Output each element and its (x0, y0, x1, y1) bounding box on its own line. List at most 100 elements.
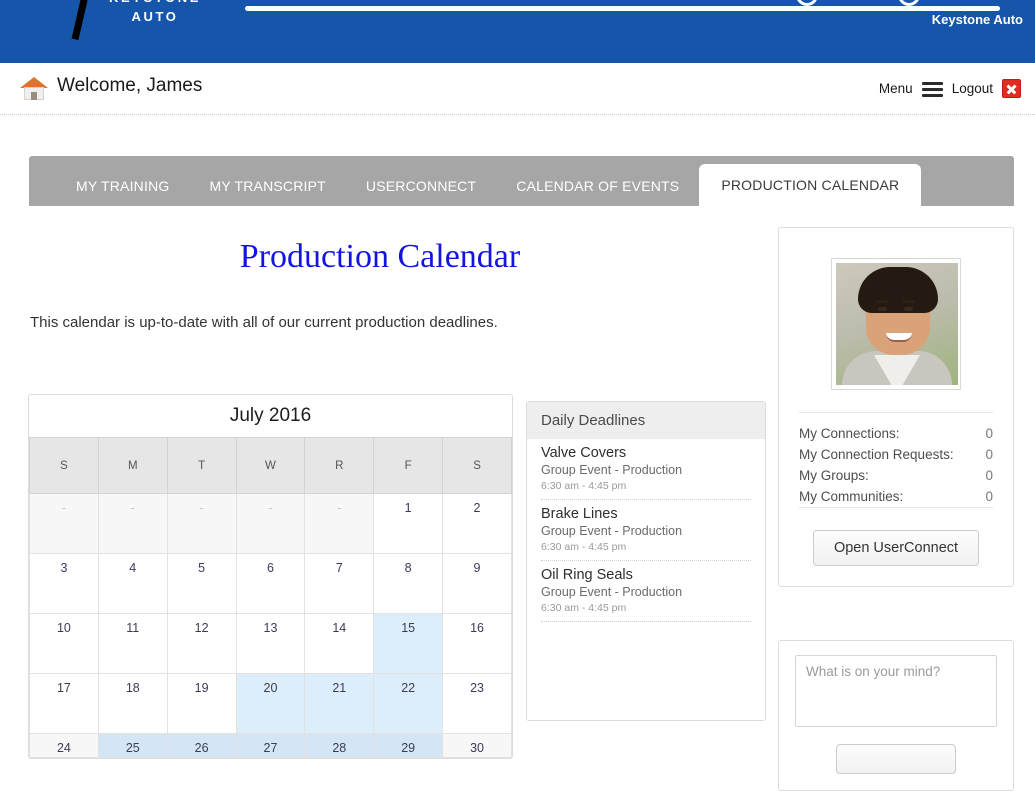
main-content: Production Calendar This calendar is up-… (0, 206, 1035, 791)
deadline-time: 6:30 am - 4:45 pm (541, 602, 627, 614)
logo-text: KEYSTONE AUTO (70, 0, 240, 26)
top-banner: KEYSTONE AUTO Keystone Auto (0, 0, 1035, 63)
calendar-header-row: SMTWRFS (29, 437, 512, 494)
calendar-day-cell[interactable]: 28 (304, 733, 375, 758)
banner-rings-graphic (790, 0, 1020, 6)
calendar-day-cell[interactable]: - (235, 493, 306, 554)
deadline-name: Oil Ring Seals (541, 567, 633, 583)
deadline-time: 6:30 am - 4:45 pm (541, 480, 627, 492)
calendar-day-header: T (166, 437, 237, 494)
calendar-month-title: July 2016 (229, 405, 312, 426)
banner-rule (245, 6, 1000, 11)
calendar-day-cell[interactable]: 15 (373, 613, 444, 674)
status-input[interactable] (795, 655, 997, 727)
calendar-day-cell[interactable]: 20 (235, 673, 306, 734)
logo-line-2: AUTO (131, 9, 179, 24)
calendar-day-cell[interactable]: 23 (442, 673, 512, 734)
close-x-icon[interactable] (1002, 79, 1021, 98)
calendar-day-cell[interactable]: - (304, 493, 375, 554)
logout-button[interactable]: Logout (952, 81, 993, 96)
calendar-body: - - - - -1 2 3 4 5 6 7 8 9 10 11 12 13 14 15 16 17 18 19 20 21 22… (29, 493, 512, 758)
calendar-week-row: 10 11 12 13 14 15 16 (29, 613, 512, 674)
deadlines-list: Valve Covers Group Event - Production 6:30… (527, 439, 765, 622)
calendar-day-cell[interactable]: 13 (235, 613, 306, 674)
ring-icon (898, 0, 920, 6)
calendar-week-row: 17 18 19 20 21 22 23 (29, 673, 512, 734)
status-submit-button[interactable] (836, 744, 956, 774)
calendar-day-cell[interactable]: 18 (97, 673, 168, 734)
stat-label: My Communities: (799, 489, 904, 504)
calendar-day-header: W (235, 437, 306, 494)
stat-row: My Connections: 0 (799, 423, 993, 444)
calendar-day-cell[interactable]: 26 (166, 733, 237, 758)
calendar-day-cell[interactable]: - (97, 493, 168, 554)
calendar-day-cell[interactable]: 2 (442, 493, 512, 554)
calendar-day-cell[interactable]: 10 (29, 613, 99, 674)
deadline-item[interactable]: Oil Ring Seals Group Event - Production 6:… (541, 561, 751, 622)
tab-my-training[interactable]: MY TRAINING (56, 166, 189, 206)
welcome-message: Welcome, James (57, 75, 203, 96)
calendar-day-cell[interactable]: 4 (97, 553, 168, 614)
page-description: This calendar is up-to-date with all of … (30, 314, 498, 331)
calendar-day-cell[interactable]: - (29, 493, 99, 554)
calendar-day-cell[interactable]: 25 (97, 733, 168, 758)
stat-label: My Connection Requests: (799, 447, 954, 462)
calendar-day-cell[interactable]: 16 (442, 613, 512, 674)
stat-row: My Groups: 0 (799, 465, 993, 486)
tab-my-transcript[interactable]: MY TRANSCRIPT (189, 166, 345, 206)
calendar-panel: July 2016 SMTWRFS - - - - -1 2 3 4 5 6 7 8 9 10 11 12 13… (28, 394, 513, 759)
calendar-day-header: M (97, 437, 168, 494)
deadline-name: Valve Covers (541, 445, 627, 461)
calendar-day-cell[interactable]: 14 (304, 613, 375, 674)
calendar-day-cell[interactable]: 6 (235, 553, 306, 614)
calendar-day-cell[interactable]: 9 (442, 553, 512, 614)
calendar-day-cell[interactable]: - (166, 493, 237, 554)
tab-calendar-of-events[interactable]: CALENDAR OF EVENTS (496, 166, 699, 206)
hamburger-icon[interactable] (921, 81, 943, 97)
calendar-day-cell[interactable]: 29 (373, 733, 444, 758)
profile-card: My Connections: 0 My Connection Requests: 0… (778, 227, 1014, 587)
calendar-day-cell[interactable]: 21 (304, 673, 375, 734)
calendar-day-cell[interactable]: 5 (166, 553, 237, 614)
calendar-week-row: -----12 (29, 493, 512, 554)
deadline-item[interactable]: Brake Lines Group Event - Production 6:30 … (541, 500, 751, 561)
open-userconnect-button[interactable]: Open UserConnect (812, 530, 980, 566)
banner-brand-label: Keystone Auto (931, 12, 1023, 27)
deadline-type: Group Event - Production (541, 585, 683, 599)
calendar-day-cell[interactable]: 3 (29, 553, 99, 614)
calendar-week-row: 3456789 (29, 553, 512, 614)
stat-value: 0 (985, 426, 993, 441)
stat-label: My Connections: (799, 426, 900, 441)
calendar-day-cell[interactable]: 11 (97, 613, 168, 674)
calendar-day-cell[interactable]: 1 (373, 493, 444, 554)
header-actions: Menu Logout (879, 79, 1021, 98)
deadline-item[interactable]: Valve Covers Group Event - Production 6:30… (541, 439, 751, 500)
menu-button[interactable]: Menu (879, 81, 913, 96)
calendar-day-cell[interactable]: 27 (235, 733, 306, 758)
calendar-week-row: 24 25 26 27 28 29 30 (29, 733, 512, 758)
stat-value: 0 (985, 468, 993, 483)
calendar-day-cell[interactable]: 19 (166, 673, 237, 734)
tab-userconnect[interactable]: USERCONNECT (346, 166, 496, 206)
stat-row: My Communities: 0 (799, 486, 993, 507)
deadline-time: 6:30 am - 4:45 pm (541, 541, 627, 553)
logo-line-1: KEYSTONE (70, 0, 240, 7)
calendar-day-cell[interactable]: 12 (166, 613, 237, 674)
daily-deadlines-panel: Daily Deadlines Valve Covers Group Event … (526, 401, 766, 721)
calendar-day-cell[interactable]: 22 (373, 673, 444, 734)
status-update-card (778, 640, 1014, 791)
calendar-day-header: S (29, 437, 99, 494)
home-icon[interactable] (20, 75, 48, 101)
calendar-day-cell[interactable]: 17 (29, 673, 99, 734)
calendar-day-cell[interactable]: 24 (29, 733, 99, 758)
calendar-day-cell[interactable]: 8 (373, 553, 444, 614)
welcome-bar: Welcome, James Menu Logout (0, 63, 1035, 115)
page-title: Production Calendar (239, 238, 521, 275)
main-tabbar: MY TRAINING MY TRANSCRIPT USERCONNECT CALEN… (29, 156, 1014, 206)
stat-label: My Groups: (799, 468, 869, 483)
avatar (836, 263, 958, 385)
deadline-type: Group Event - Production (541, 524, 683, 538)
tab-production-calendar[interactable]: PRODUCTION CALENDAR (699, 164, 922, 206)
calendar-day-cell[interactable]: 30 (442, 733, 512, 758)
calendar-day-cell[interactable]: 7 (304, 553, 375, 614)
